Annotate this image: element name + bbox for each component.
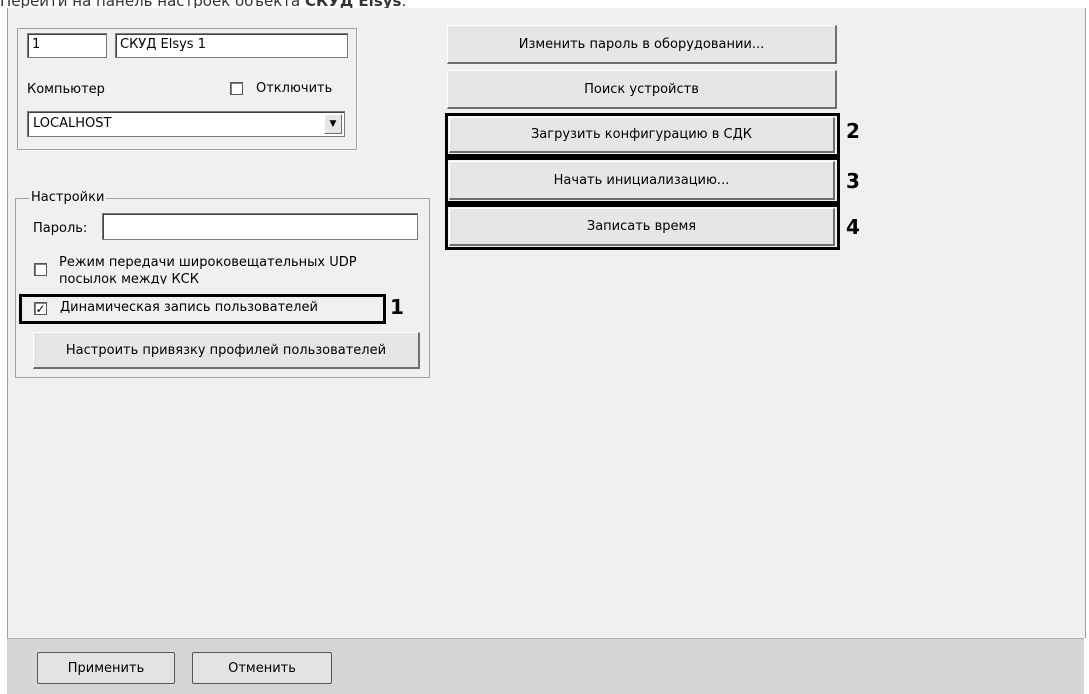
broadcast-checkbox[interactable] — [34, 263, 47, 276]
start-init-button[interactable]: Начать инициализацию... — [449, 161, 835, 200]
password-label: Пароль: — [33, 221, 88, 236]
change-password-button[interactable]: Изменить пароль в оборудовании... — [447, 25, 837, 64]
callout-2-number: 2 — [846, 119, 860, 143]
cancel-button[interactable]: Отменить — [192, 652, 332, 684]
callout-1-box — [19, 294, 386, 324]
broadcast-label-line2: посылок между КСК — [59, 272, 199, 284]
disable-checkbox[interactable] — [230, 82, 243, 95]
computer-label: Компьютер — [27, 82, 105, 97]
computer-select[interactable]: LOCALHOST ▼ — [27, 111, 345, 137]
callout-3-number: 3 — [846, 169, 860, 193]
object-name-field[interactable]: СКУД Elsys 1 — [115, 33, 348, 58]
apply-button[interactable]: Применить — [37, 652, 175, 684]
settings-group-title: Настройки — [29, 190, 107, 206]
profile-binding-button[interactable]: Настроить привязку профилей пользователе… — [33, 332, 420, 369]
search-devices-button[interactable]: Поиск устройств — [447, 70, 837, 109]
write-time-button[interactable]: Записать время — [449, 208, 835, 246]
callout-4-number: 4 — [846, 215, 860, 239]
password-field[interactable] — [102, 213, 418, 240]
callout-1-number: 1 — [390, 295, 404, 319]
computer-select-value: LOCALHOST — [33, 116, 112, 131]
chevron-down-icon[interactable]: ▼ — [324, 114, 342, 134]
disable-label: Отключить — [256, 81, 333, 96]
load-config-button[interactable]: Загрузить конфигурацию в СДК — [449, 117, 835, 153]
object-id-field[interactable]: 1 — [27, 33, 107, 58]
broadcast-label-line1: Режим передачи широковещательных UDP — [59, 255, 357, 270]
